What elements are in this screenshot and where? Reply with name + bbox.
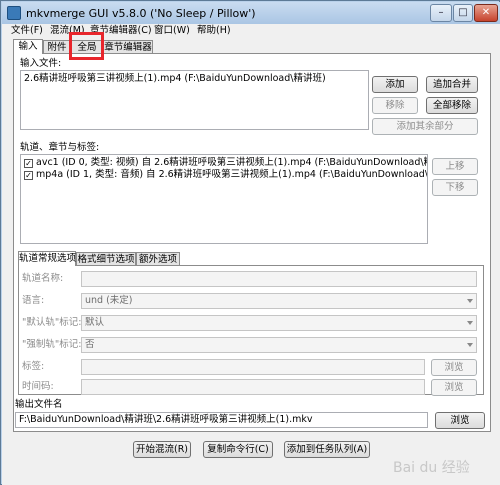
- add-to-job-queue-button[interactable]: 添加到任务队列(A): [284, 441, 370, 458]
- menu-window[interactable]: 窗口(W): [154, 24, 190, 37]
- menu-help[interactable]: 帮助(H): [197, 24, 231, 37]
- move-up-button[interactable]: 上移: [432, 158, 478, 175]
- track-row[interactable]: ✓ mp4a (ID 1, 类型: 音频) 自 2.6精讲班呼吸第三讲视频上(1)…: [24, 169, 428, 181]
- add-part-button[interactable]: 添加其余部分: [372, 118, 478, 135]
- tab-format-options[interactable]: 格式细节选项: [76, 252, 136, 266]
- input-file-item[interactable]: 2.6精讲班呼吸第三讲视频上(1).mp4 (F:\BaiduYunDownlo…: [24, 73, 326, 85]
- add-button[interactable]: 添加: [372, 76, 418, 93]
- tracks-label: 轨道、章节与标签:: [20, 142, 100, 153]
- tags-label: 标签:: [22, 361, 45, 372]
- track-checkbox[interactable]: ✓: [24, 171, 33, 180]
- track-options-panel: 轨道名称: 语言: und (未定) "默认轨"标记: 默认 "强制轨"标记: …: [18, 265, 484, 396]
- language-select[interactable]: und (未定): [81, 293, 477, 309]
- app-icon: [7, 6, 21, 20]
- chevron-down-icon: [467, 343, 473, 347]
- forced-flag-label: "强制轨"标记:: [22, 339, 82, 350]
- tracks-list[interactable]: ✓ avc1 (ID 0, 类型: 视频) 自 2.6精讲班呼吸第三讲视频上(1)…: [20, 154, 428, 244]
- tab-general-track-options[interactable]: 轨道常规选项: [18, 251, 76, 266]
- input-files-label: 输入文件:: [20, 58, 62, 69]
- tab-input[interactable]: 输入: [13, 39, 43, 54]
- move-down-button[interactable]: 下移: [432, 179, 478, 196]
- client-area: 输入 附件 全局 章节编辑器 输入文件: 2.6精讲班呼吸第三讲视频上(1).m…: [2, 37, 500, 485]
- default-flag-label: "默认轨"标记:: [22, 317, 82, 328]
- language-label: 语言:: [22, 295, 45, 306]
- tab-chapter-editor[interactable]: 章节编辑器: [103, 40, 153, 54]
- window-title: mkvmerge GUI v5.8.0 ('No Sleep / Pillow'…: [26, 7, 256, 20]
- remove-button[interactable]: 移除: [372, 97, 418, 114]
- track-label: mp4a (ID 1, 类型: 音频) 自 2.6精讲班呼吸第三讲视频上(1).…: [36, 169, 428, 180]
- track-row[interactable]: ✓ avc1 (ID 0, 类型: 视频) 自 2.6精讲班呼吸第三讲视频上(1)…: [24, 157, 428, 169]
- forced-flag-select[interactable]: 否: [81, 337, 477, 353]
- input-files-list[interactable]: 2.6精讲班呼吸第三讲视频上(1).mp4 (F:\BaiduYunDownlo…: [20, 70, 369, 130]
- close-button[interactable]: ✕: [474, 4, 498, 22]
- tab-extra-options[interactable]: 额外选项: [136, 252, 180, 266]
- menu-file[interactable]: 文件(F): [11, 24, 43, 37]
- highlight-box: [69, 32, 104, 60]
- output-browse-button[interactable]: 浏览: [435, 412, 485, 429]
- track-label: avc1 (ID 0, 类型: 视频) 自 2.6精讲班呼吸第三讲视频上(1).…: [36, 157, 428, 168]
- tags-browse-button[interactable]: 浏览: [431, 359, 477, 376]
- watermark: Bai du 经验: [393, 460, 470, 476]
- forced-flag-value: 否: [85, 339, 95, 350]
- output-label: 输出文件名: [15, 399, 63, 410]
- track-checkbox[interactable]: ✓: [24, 159, 33, 168]
- copy-command-line-button[interactable]: 复制命令行(C): [203, 441, 273, 458]
- tab-attachments[interactable]: 附件: [43, 40, 71, 54]
- track-name-input[interactable]: [81, 271, 477, 287]
- title-bar: mkvmerge GUI v5.8.0 ('No Sleep / Pillow'…: [2, 2, 500, 24]
- input-tab-panel: 输入文件: 2.6精讲班呼吸第三讲视频上(1).mp4 (F:\BaiduYun…: [13, 53, 491, 432]
- chevron-down-icon: [467, 299, 473, 303]
- default-flag-value: 默认: [85, 317, 105, 328]
- track-name-label: 轨道名称:: [22, 273, 64, 284]
- append-button[interactable]: 追加合并: [426, 76, 478, 93]
- chevron-down-icon: [467, 321, 473, 325]
- language-value: und (未定): [85, 295, 133, 306]
- tags-input[interactable]: [81, 359, 425, 375]
- output-file-input[interactable]: F:\BaiduYunDownload\精讲班\2.6精讲班呼吸第三讲视频上(1…: [15, 412, 428, 428]
- timecodes-browse-button[interactable]: 浏览: [431, 379, 477, 396]
- default-flag-select[interactable]: 默认: [81, 315, 477, 331]
- timecodes-input[interactable]: [81, 379, 425, 395]
- timecodes-label: 时间码:: [22, 381, 54, 392]
- remove-all-button[interactable]: 全部移除: [426, 97, 478, 114]
- app-window: mkvmerge GUI v5.8.0 ('No Sleep / Pillow'…: [0, 0, 500, 485]
- maximize-button[interactable]: □: [453, 4, 473, 22]
- minimize-button[interactable]: –: [430, 4, 452, 22]
- start-muxing-button[interactable]: 开始混流(R): [133, 441, 191, 458]
